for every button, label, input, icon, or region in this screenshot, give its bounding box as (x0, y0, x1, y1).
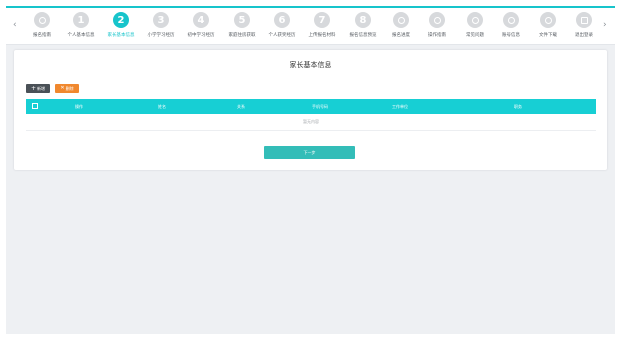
scroll-left-icon[interactable]: ‹ (13, 20, 17, 30)
download-icon (540, 12, 556, 28)
step-label: 报名信息预览 (349, 33, 377, 38)
close-icon: ✕ (60, 85, 65, 91)
compass-icon (429, 12, 445, 28)
step-preview[interactable]: 8 报名信息预览 (344, 12, 382, 38)
user-icon (503, 12, 519, 28)
step-number: 2 (113, 12, 129, 28)
step-label: 初中学习经历 (187, 33, 215, 38)
app-frame: ‹ 报名指南 1 个人基本信息 2 家长基本信息 3 小学学习经历 4 初中学习… (6, 6, 615, 334)
step-operation-guide[interactable]: 操作指南 (418, 12, 456, 38)
logout-icon (576, 12, 592, 28)
gauge-icon (393, 12, 409, 28)
select-all-checkbox[interactable] (32, 103, 38, 109)
step-number: 3 (153, 12, 169, 28)
next-step-button[interactable]: 下一步 (264, 146, 355, 159)
step-label: 个人基本信息 (67, 33, 95, 38)
step-parent-info[interactable]: 2 家长基本信息 (102, 12, 140, 38)
parent-info-card: 家长基本信息 + 新增 ✕ 删除 操作 姓名 关系 手机号码 工作单位 职务 暂… (14, 50, 607, 170)
step-label: 小学学习经历 (147, 33, 175, 38)
step-download[interactable]: 文件下载 (529, 12, 567, 38)
delete-label: 删除 (65, 85, 74, 91)
table-divider (26, 130, 596, 131)
step-housing[interactable]: 5 家庭住房获取 (223, 12, 261, 38)
empty-table-message: 暂无内容 (303, 119, 319, 124)
column-header-position: 职务 (514, 104, 522, 109)
step-number: 5 (234, 12, 250, 28)
step-awards[interactable]: 6 个人获奖经历 (263, 12, 301, 38)
step-label: 常见问题 (466, 33, 484, 38)
step-faq[interactable]: 常见问题 (456, 12, 494, 38)
step-label: 账号信息 (502, 33, 520, 38)
step-logout[interactable]: 退出登录 (565, 12, 603, 38)
step-account[interactable]: 账号信息 (492, 12, 530, 38)
add-label: 新增 (37, 85, 46, 91)
step-primary-school[interactable]: 3 小学学习经历 (142, 12, 180, 38)
step-label: 家庭住房获取 (228, 33, 256, 38)
step-personal-info[interactable]: 1 个人基本信息 (62, 12, 100, 38)
step-navigation: ‹ 报名指南 1 个人基本信息 2 家长基本信息 3 小学学习经历 4 初中学习… (6, 8, 615, 45)
step-number: 7 (314, 12, 330, 28)
column-header-action: 操作 (75, 104, 83, 109)
column-header-employer: 工作单位 (392, 104, 408, 109)
step-label: 文件下载 (539, 33, 557, 38)
step-label: 报名指南 (33, 33, 51, 38)
step-progress[interactable]: 报名进度 (382, 12, 420, 38)
step-label: 上传报名材料 (308, 33, 336, 38)
question-icon (467, 12, 483, 28)
scroll-right-icon[interactable]: › (603, 20, 607, 30)
page-title: 家长基本信息 (289, 61, 332, 69)
step-junior-school[interactable]: 4 初中学习经历 (182, 12, 220, 38)
step-label: 个人获奖经历 (268, 33, 296, 38)
delete-button[interactable]: ✕ 删除 (55, 84, 79, 93)
column-header-relation: 关系 (237, 104, 245, 109)
step-label: 家长基本信息 (107, 33, 135, 38)
step-number: 8 (355, 12, 371, 28)
step-upload[interactable]: 7 上传报名材料 (303, 12, 341, 38)
dot-circle-icon (34, 12, 50, 28)
step-label: 退出登录 (575, 33, 593, 38)
add-button[interactable]: + 新增 (26, 84, 50, 93)
step-number: 6 (274, 12, 290, 28)
step-number: 4 (193, 12, 209, 28)
step-guide[interactable]: 报名指南 (23, 12, 61, 38)
step-label: 报名进度 (392, 33, 410, 38)
step-number: 1 (73, 12, 89, 28)
column-header-name: 姓名 (158, 104, 166, 109)
table-header: 操作 姓名 关系 手机号码 工作单位 职务 (26, 99, 596, 114)
plus-icon: + (30, 84, 37, 92)
column-header-phone: 手机号码 (312, 104, 328, 109)
step-label: 操作指南 (428, 33, 446, 38)
